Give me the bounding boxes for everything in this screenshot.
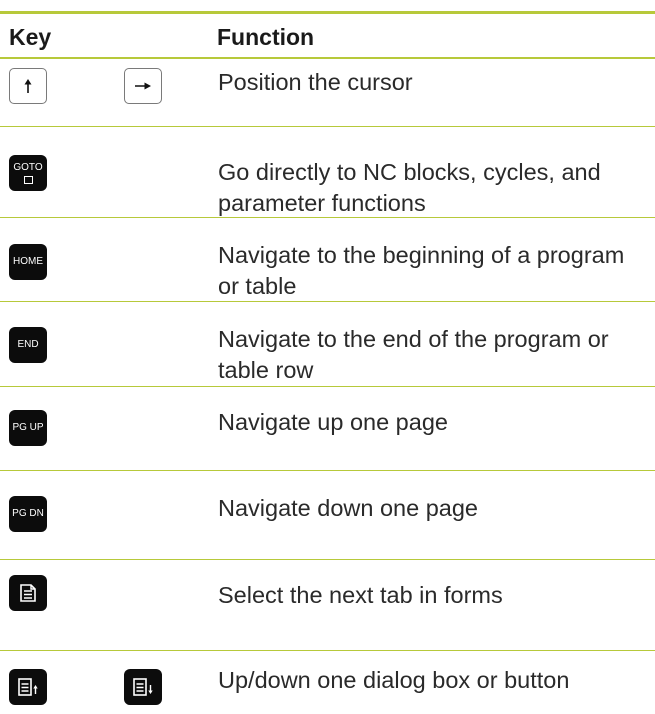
table-row: Select the next tab in forms: [0, 560, 655, 651]
form-tab-icon[interactable]: [9, 575, 47, 611]
goto-key-label: GOTO: [13, 162, 43, 173]
table-row: Position the cursor: [0, 59, 655, 127]
row-function: Up/down one dialog box or button: [218, 667, 570, 693]
row-function: Navigate to the end of the program or ta…: [218, 326, 609, 383]
up-arrow-icon[interactable]: [9, 68, 47, 104]
header-function: Function: [217, 24, 315, 50]
end-key[interactable]: END: [9, 327, 47, 363]
page-up-key[interactable]: PG UP: [9, 410, 47, 446]
table-row: GOTO Go directly to NC blocks, cycles, a…: [0, 127, 655, 218]
dialog-down-icon[interactable]: [124, 669, 162, 705]
page-up-key-label: PG UP: [12, 422, 44, 433]
table-row: PG DN Navigate down one page: [0, 471, 655, 560]
square-icon: [23, 176, 33, 184]
page-down-key[interactable]: PG DN: [9, 496, 47, 532]
header-key: Key: [9, 24, 52, 50]
right-arrow-icon[interactable]: [124, 68, 162, 104]
dialog-up-icon[interactable]: [9, 669, 47, 705]
table-row: PG UP Navigate up one page: [0, 387, 655, 471]
table-row: Up/down one dialog box or button: [0, 651, 655, 714]
table-row: HOME Navigate to the beginning of a prog…: [0, 218, 655, 302]
home-key-label: HOME: [13, 256, 43, 267]
goto-key[interactable]: GOTO: [9, 155, 47, 191]
row-function: Navigate up one page: [218, 409, 448, 435]
row-function: Navigate down one page: [218, 495, 479, 521]
row-function: Position the cursor: [218, 69, 413, 95]
home-key[interactable]: HOME: [9, 244, 47, 280]
row-function: Navigate to the beginning of a program o…: [218, 242, 625, 299]
end-key-label: END: [17, 339, 39, 350]
row-function: Select the next tab in forms: [218, 582, 503, 608]
table-row: END Navigate to the end of the program o…: [0, 302, 655, 387]
table-header: Key Function: [0, 14, 655, 59]
page-down-key-label: PG DN: [12, 508, 44, 519]
row-function: Go directly to NC blocks, cycles, and pa…: [218, 159, 601, 216]
